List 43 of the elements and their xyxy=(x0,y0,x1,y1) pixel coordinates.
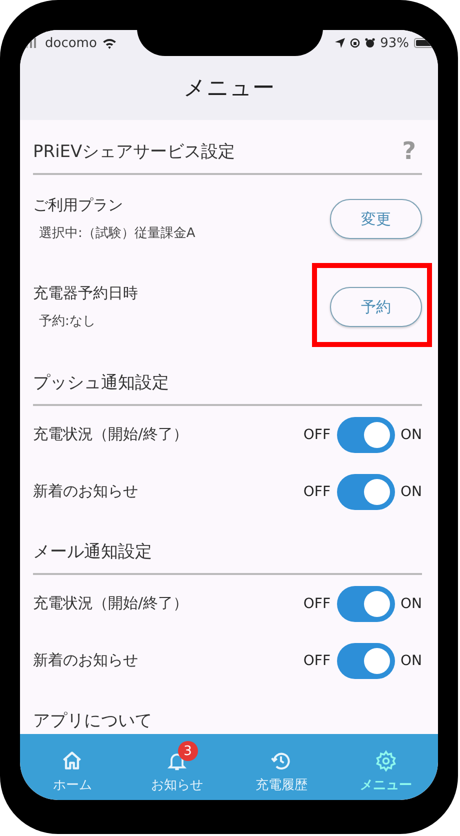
setting-label: 充電状況（開始/終了） xyxy=(33,594,188,613)
home-icon xyxy=(61,750,84,772)
notification-badge: 3 xyxy=(178,741,198,761)
section-title: メール通知設定 xyxy=(33,541,152,563)
toggle-switch[interactable] xyxy=(336,642,394,678)
setting-label: 新着のお知らせ xyxy=(33,651,138,670)
settings-icon xyxy=(374,750,397,772)
battery-icon xyxy=(414,38,434,48)
tab-item[interactable]: 充電履歴 xyxy=(236,740,326,794)
page-title: メニュー xyxy=(184,75,274,103)
off-label: OFF xyxy=(303,426,330,442)
rotation-lock-icon xyxy=(350,38,360,48)
history-icon xyxy=(270,750,292,772)
off-label: OFF xyxy=(303,484,330,500)
toggle-switch[interactable] xyxy=(336,586,394,622)
section-title: PRiEVシェアサービス設定 xyxy=(33,141,236,163)
section-title: プッシュ通知設定 xyxy=(33,372,169,394)
on-label: ON xyxy=(400,484,422,500)
carrier-name: docomo xyxy=(45,36,97,50)
setting-label: 充電器予約日時 xyxy=(33,284,138,303)
wifi-icon xyxy=(102,38,117,48)
setting-detail: 予約:なし xyxy=(38,313,96,330)
section-title: アプリについて xyxy=(33,710,152,732)
setting-label: 充電状況（開始/終了） xyxy=(33,425,188,444)
tab-item[interactable]: メニュー xyxy=(340,740,431,794)
location-arrow-icon xyxy=(335,38,346,48)
toggle-switch[interactable] xyxy=(336,416,394,452)
tab-item[interactable]: ホーム xyxy=(27,740,118,794)
action-button[interactable]: 予約 xyxy=(330,287,422,327)
setting-label: ご利用プラン xyxy=(33,196,124,215)
battery-percent: 93% xyxy=(380,36,409,50)
toggle-switch[interactable] xyxy=(336,474,394,510)
off-label: OFF xyxy=(303,652,330,668)
setting-detail: 選択中:（試験）従量課金A xyxy=(38,225,196,242)
action-button[interactable]: 変更 xyxy=(330,199,422,239)
alarm-icon xyxy=(365,38,376,48)
on-label: ON xyxy=(400,652,422,668)
on-label: ON xyxy=(400,596,422,612)
off-label: OFF xyxy=(303,596,330,612)
on-label: ON xyxy=(400,426,422,442)
tab-item[interactable]: 3 お知らせ xyxy=(132,740,222,794)
help-button[interactable]: ? xyxy=(402,139,416,163)
setting-label: 新着のお知らせ xyxy=(33,482,138,501)
